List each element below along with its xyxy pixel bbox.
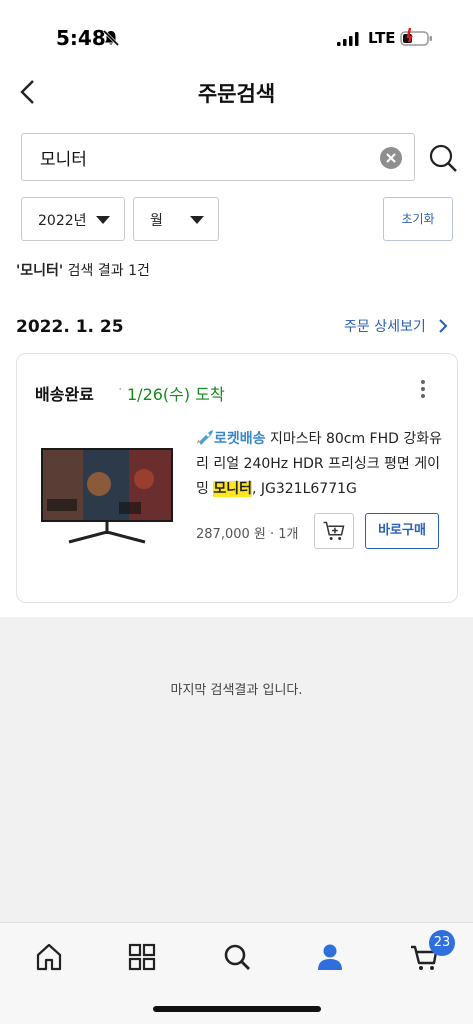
month-select[interactable]: 월 bbox=[133, 197, 219, 241]
delivery-date: 1/26(수) 도착 bbox=[127, 385, 225, 404]
page-title: 주문검색 bbox=[197, 82, 276, 106]
reset-button[interactable]: 초기화 bbox=[383, 197, 453, 241]
home-icon[interactable] bbox=[33, 941, 65, 973]
bell-off-icon bbox=[102, 29, 120, 47]
result-summary: 검색 결과 1건 bbox=[63, 263, 150, 279]
price-quantity: 287,000 원 · 1개 bbox=[196, 527, 299, 542]
person-icon[interactable] bbox=[314, 941, 346, 973]
dropdown-arrow-icon bbox=[96, 216, 110, 224]
product-name-suffix: , JG321L6771G bbox=[251, 481, 357, 497]
rocket-icon bbox=[197, 430, 213, 445]
search-icon[interactable] bbox=[428, 143, 458, 173]
more-vertical-icon[interactable] bbox=[419, 380, 427, 400]
order-card: 배송완료 · 1/26(수) 도착 로켓배송 지마스타 80cm FHD 강화유… bbox=[16, 353, 458, 603]
signal-icon bbox=[337, 32, 359, 46]
search-input[interactable] bbox=[40, 147, 370, 167]
status-bar: 5:48 LTE bbox=[0, 0, 473, 70]
battery-icon bbox=[400, 28, 432, 46]
year-select-label: 2022년 bbox=[38, 213, 87, 229]
network-type: LTE bbox=[368, 29, 396, 47]
chevron-right-icon[interactable] bbox=[437, 318, 449, 334]
search-icon[interactable] bbox=[221, 941, 253, 973]
end-of-results-message: 마지막 검색결과 입니다. bbox=[170, 683, 303, 698]
home-indicator bbox=[153, 1006, 321, 1012]
cart-count-badge: 23 bbox=[429, 930, 455, 956]
month-select-label: 월 bbox=[150, 213, 163, 229]
order-date: 2022. 1. 25 bbox=[16, 317, 124, 337]
result-keyword: '모니터' bbox=[16, 263, 64, 279]
category-grid-icon[interactable] bbox=[126, 941, 158, 973]
separator-dot: · bbox=[118, 382, 123, 398]
clear-icon[interactable] bbox=[380, 147, 402, 169]
result-count: '모니터' 검색 결과 1건 bbox=[16, 260, 150, 280]
add-to-cart-icon bbox=[323, 521, 345, 541]
dropdown-arrow-icon bbox=[190, 216, 204, 224]
year-select[interactable]: 2022년 bbox=[21, 197, 125, 241]
buy-now-button[interactable]: 바로구매 bbox=[365, 513, 439, 549]
header: 주문검색 bbox=[0, 70, 473, 120]
status-time: 5:48 bbox=[56, 26, 106, 50]
rocket-delivery-label: 로켓배송 bbox=[214, 431, 266, 447]
search-box[interactable] bbox=[21, 133, 415, 181]
search-highlight: 모니터 bbox=[213, 481, 252, 497]
order-detail-link[interactable]: 주문 상세보기 bbox=[344, 316, 426, 336]
add-to-cart-button[interactable] bbox=[314, 513, 354, 549]
product-name[interactable]: 로켓배송 지마스타 80cm FHD 강화유리 리얼 240Hz HDR 프리싱… bbox=[196, 427, 446, 502]
results-footer-area bbox=[0, 617, 473, 922]
delivery-status: 배송완료 bbox=[35, 385, 94, 404]
product-image[interactable] bbox=[39, 444, 175, 549]
